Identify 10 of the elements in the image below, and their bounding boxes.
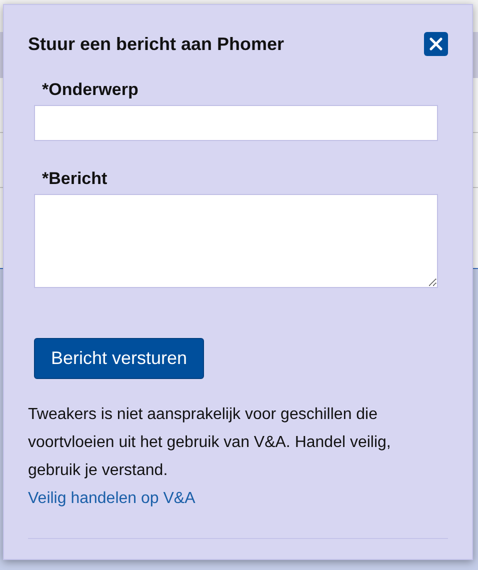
- send-message-button[interactable]: Bericht versturen: [34, 338, 204, 379]
- field-label: *Onderwerp: [41, 79, 140, 101]
- message-field[interactable]: [34, 194, 438, 288]
- close-button[interactable]: [424, 32, 448, 56]
- close-icon: [429, 37, 443, 51]
- dialog-title: Stuur een bericht aan Phomer: [28, 34, 284, 54]
- safe-trading-link[interactable]: Veilig handelen op V&A: [28, 485, 196, 513]
- field-label: *Bericht: [41, 168, 108, 190]
- subject-field[interactable]: [34, 105, 438, 141]
- disclaimer-text: Tweakers is niet aansprakelijk voor geschillen die voortvloeien uit het gebruik van V&A. Handel veilig, gebruik je verstand.: [28, 405, 392, 481]
